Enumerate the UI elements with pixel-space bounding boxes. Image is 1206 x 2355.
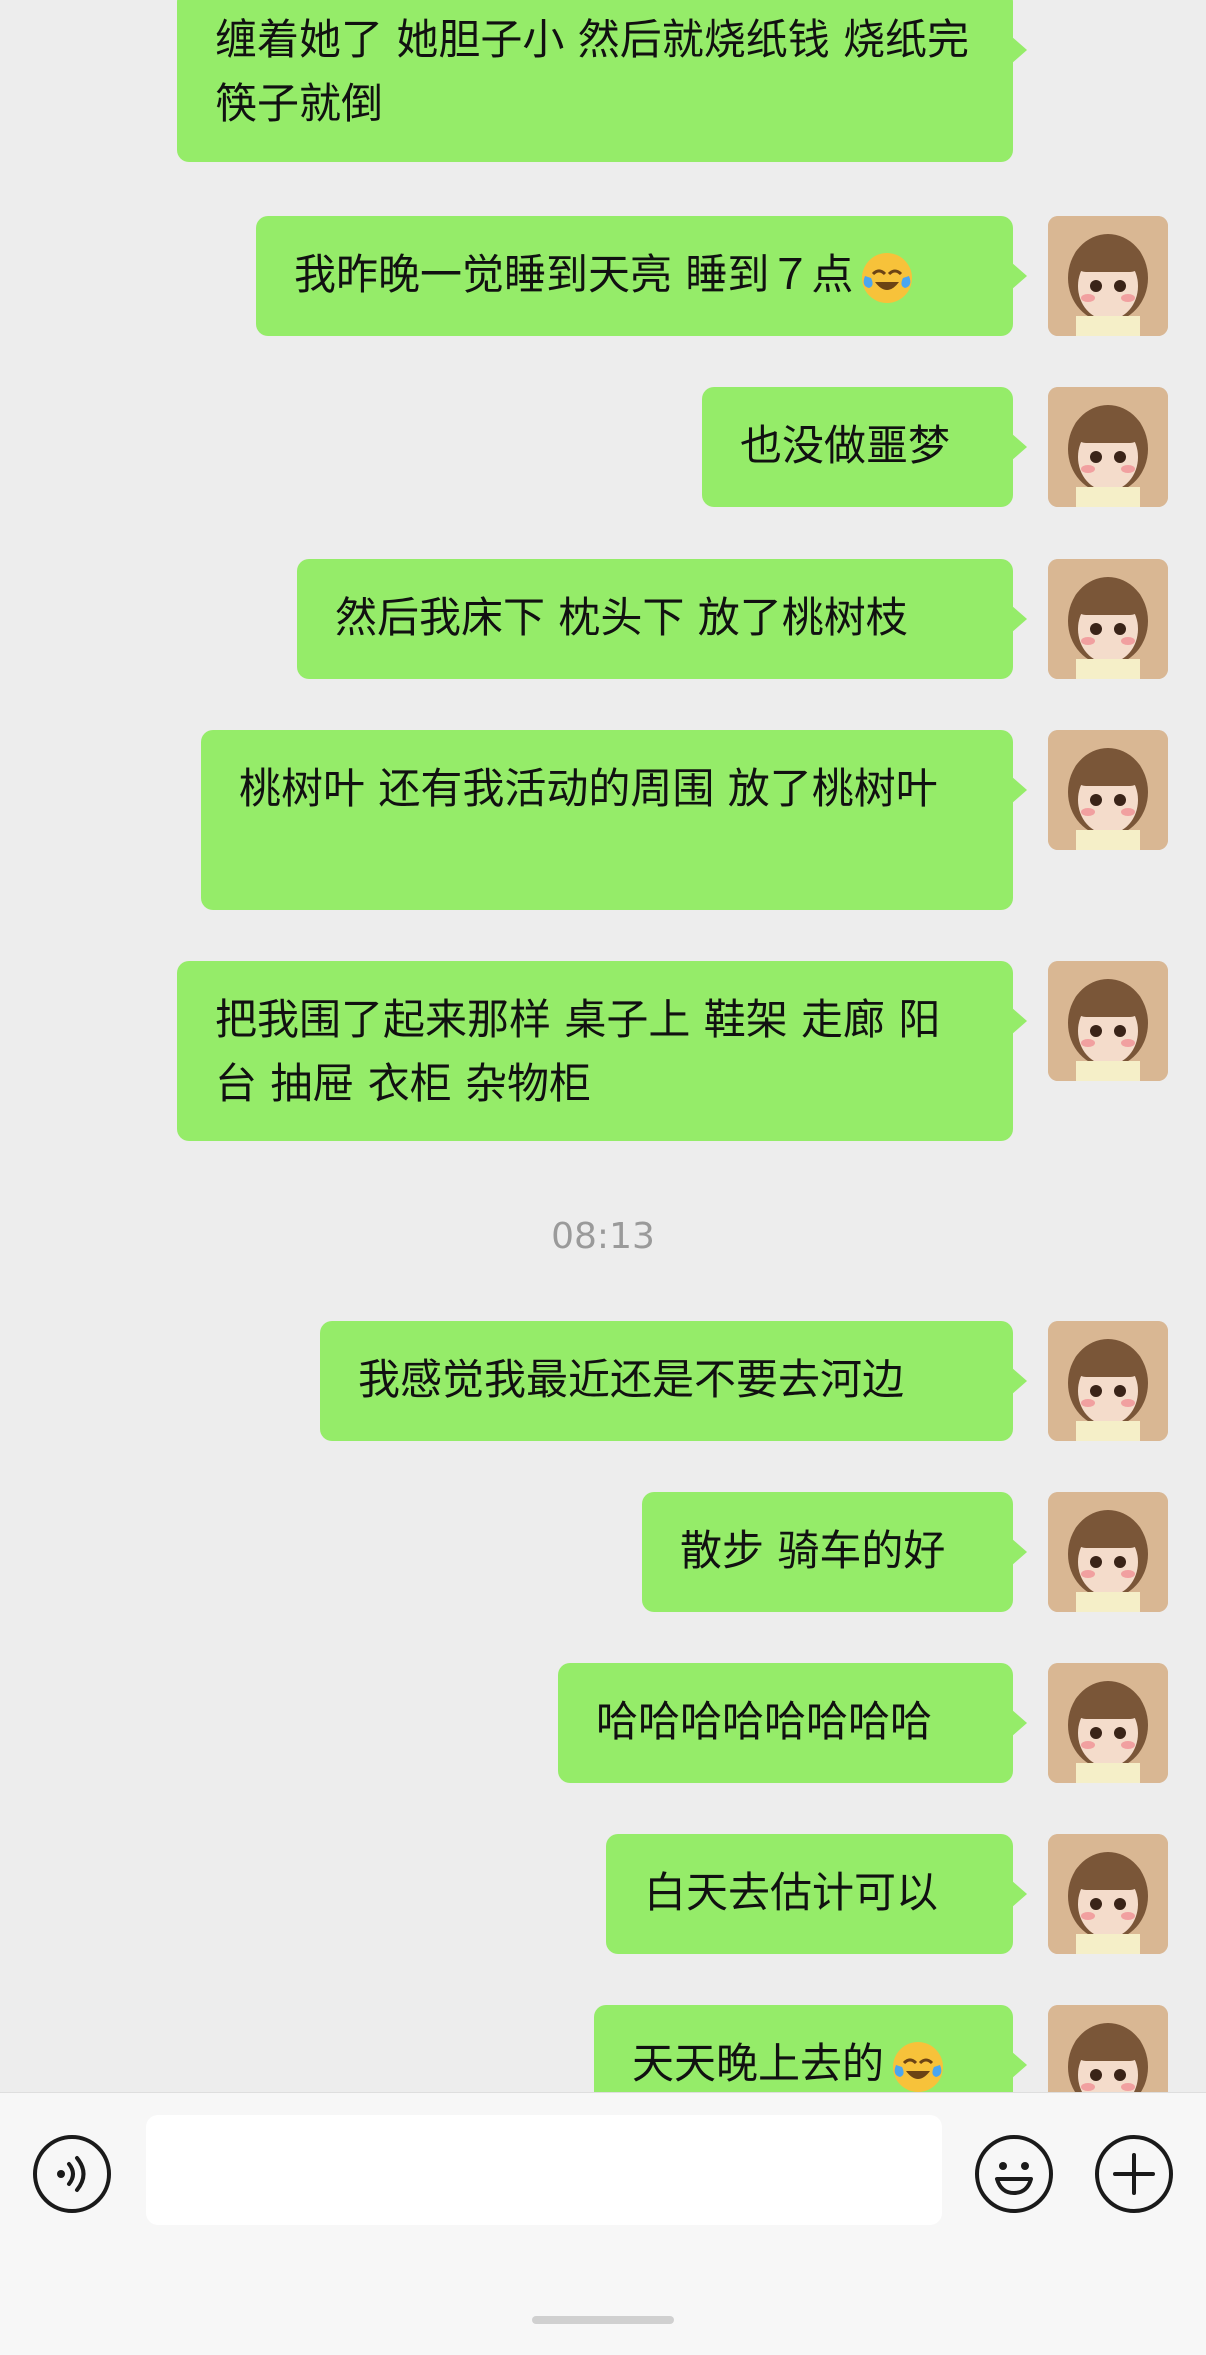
avatar[interactable] [1048,216,1168,336]
message-bubble[interactable]: 我昨晚一觉睡到天亮 睡到７点 [256,216,1027,336]
message-bubble[interactable]: 白天去估计可以 [606,1834,1027,1954]
message-bubble[interactable]: 我感觉我最近还是不要去河边 [320,1321,1027,1441]
avatar[interactable] [1048,1663,1168,1783]
avatar[interactable] [1048,730,1168,850]
avatar[interactable] [1048,559,1168,679]
message-bubble[interactable]: 桃树叶 还有我活动的周围 放了桃树叶 [201,730,1027,910]
message-bubble[interactable]: 散步 骑车的好 [642,1492,1027,1612]
message-text: 天天晚上去的 [632,2039,885,2088]
crying-laughing-emoji-icon [862,252,913,303]
message-bubble[interactable]: 天天晚上去的 [594,2005,1027,2092]
message-input[interactable] [146,2115,942,2225]
message-bubble[interactable]: 也没做噩梦 [702,387,1027,507]
voice-icon[interactable] [31,2133,113,2215]
message-bubble[interactable]: 然后我床下 枕头下 放了桃树枝 [297,559,1027,679]
message-bubble[interactable]: 把我围了起来那样 桌子上 鞋架 走廊 阳台 抽屉 衣柜 杂物柜 [177,961,1027,1141]
avatar[interactable] [1048,2005,1168,2092]
message-bubble[interactable]: 缠着她了 她胆子小 然后就烧纸钱 烧纸完筷子就倒 [177,0,1027,162]
avatar[interactable] [1048,961,1168,1081]
avatar[interactable] [1048,387,1168,507]
message-text: 也没做噩梦 [740,421,951,470]
message-text: 把我围了起来那样 桌子上 鞋架 走廊 阳台 抽屉 衣柜 杂物柜 [215,995,941,1108]
message-bubble[interactable]: 哈哈哈哈哈哈哈哈 [558,1663,1027,1783]
message-text: 桃树叶 还有我活动的周围 放了桃树叶 [239,764,938,813]
message-text: 我感觉我最近还是不要去河边 [358,1355,905,1404]
message-text: 然后我床下 枕头下 放了桃树枝 [335,593,908,642]
message-text: 我昨晚一觉睡到天亮 睡到７点 [294,250,854,299]
timestamp: 08:13 [551,1216,655,1257]
message-text: 散步 骑车的好 [680,1526,946,1575]
chat-area: 缠着她了 她胆子小 然后就烧纸钱 烧纸完筷子就倒 我昨晚一觉睡到天亮 睡到７点 … [0,0,1206,2092]
message-text: 白天去估计可以 [644,1868,939,1917]
crying-laughing-emoji-icon [893,2041,944,2092]
avatar[interactable] [1048,1492,1168,1612]
home-indicator [532,2316,674,2324]
message-text: 哈哈哈哈哈哈哈哈 [596,1697,933,1746]
emoji-icon[interactable] [973,2133,1055,2215]
avatar[interactable] [1048,1321,1168,1441]
avatar[interactable] [1048,1834,1168,1954]
message-text: 缠着她了 她胆子小 然后就烧纸钱 烧纸完筷子就倒 [215,15,970,128]
add-icon[interactable] [1093,2133,1175,2215]
